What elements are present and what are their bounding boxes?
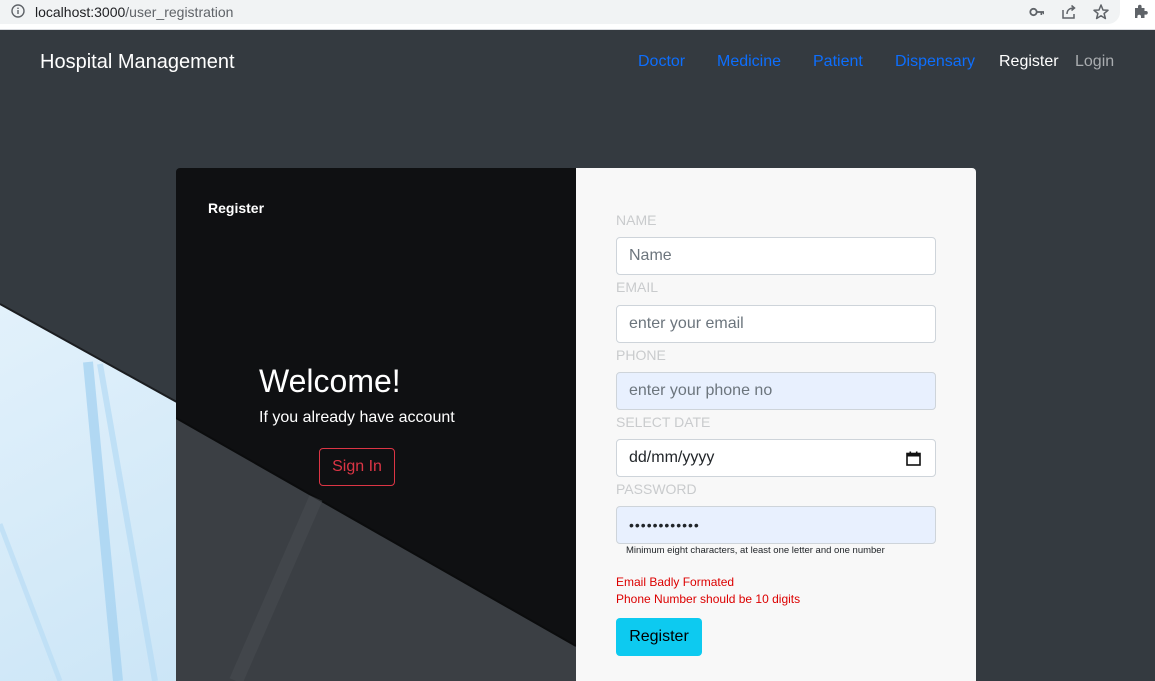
password-hint: Minimum eight characters, at least one l… (626, 545, 885, 556)
password-label: PASSWORD (616, 481, 697, 497)
panel-title: Register (208, 200, 265, 216)
star-icon[interactable] (1092, 3, 1110, 21)
welcome-panel: Register Welcome! If you already have ac… (176, 168, 576, 681)
phone-error: Phone Number should be 10 digits (616, 592, 801, 606)
url-bar[interactable]: localhost:3000/user_registration (0, 0, 1120, 24)
date-input[interactable]: dd/mm/yyyy (616, 439, 936, 477)
sign-in-button[interactable]: Sign In (319, 448, 395, 486)
registration-form: NAME Name EMAIL enter your email PHONE e… (576, 168, 976, 681)
password-value: •••••••••••• (629, 517, 700, 533)
name-placeholder: Name (629, 247, 672, 264)
calendar-icon[interactable] (906, 451, 921, 466)
navbar-brand[interactable]: Hospital Management (40, 51, 235, 74)
email-placeholder: enter your email (629, 315, 744, 332)
nav-link-patient[interactable]: Patient (813, 53, 863, 71)
password-input[interactable]: •••••••••••• (616, 506, 936, 544)
email-label: EMAIL (616, 279, 659, 295)
key-icon[interactable] (1028, 3, 1046, 21)
extensions-icon[interactable] (1131, 3, 1149, 21)
welcome-heading: Welcome! (259, 363, 401, 399)
phone-input[interactable]: enter your phone no (616, 372, 936, 410)
welcome-subtitle: If you already have account (259, 409, 455, 426)
url-host: localhost:3000 (35, 4, 126, 20)
url-path: /user_registration (125, 4, 234, 20)
top-navbar: Hospital Management Doctor Medicine Pati… (0, 30, 1155, 94)
date-label: SELECT DATE (616, 414, 711, 430)
phone-placeholder: enter your phone no (629, 382, 773, 399)
nav-link-login[interactable]: Login (1075, 53, 1114, 71)
nav-link-register[interactable]: Register (999, 53, 1059, 71)
nav-link-doctor[interactable]: Doctor (638, 53, 685, 71)
share-icon[interactable] (1060, 3, 1078, 21)
nav-link-medicine[interactable]: Medicine (717, 53, 781, 71)
email-error: Email Badly Formated (616, 575, 735, 589)
name-input[interactable]: Name (616, 237, 936, 275)
nav-link-dispensary[interactable]: Dispensary (895, 53, 975, 71)
register-button[interactable]: Register (616, 618, 702, 656)
date-value: dd/mm/yyyy (629, 449, 715, 466)
email-input[interactable]: enter your email (616, 305, 936, 343)
name-label: NAME (616, 212, 657, 228)
browser-address-bar: localhost:3000/user_registration (0, 0, 1155, 30)
url-text[interactable]: localhost:3000/user_registration (35, 4, 233, 20)
info-icon[interactable] (11, 4, 25, 18)
phone-label: PHONE (616, 347, 666, 363)
